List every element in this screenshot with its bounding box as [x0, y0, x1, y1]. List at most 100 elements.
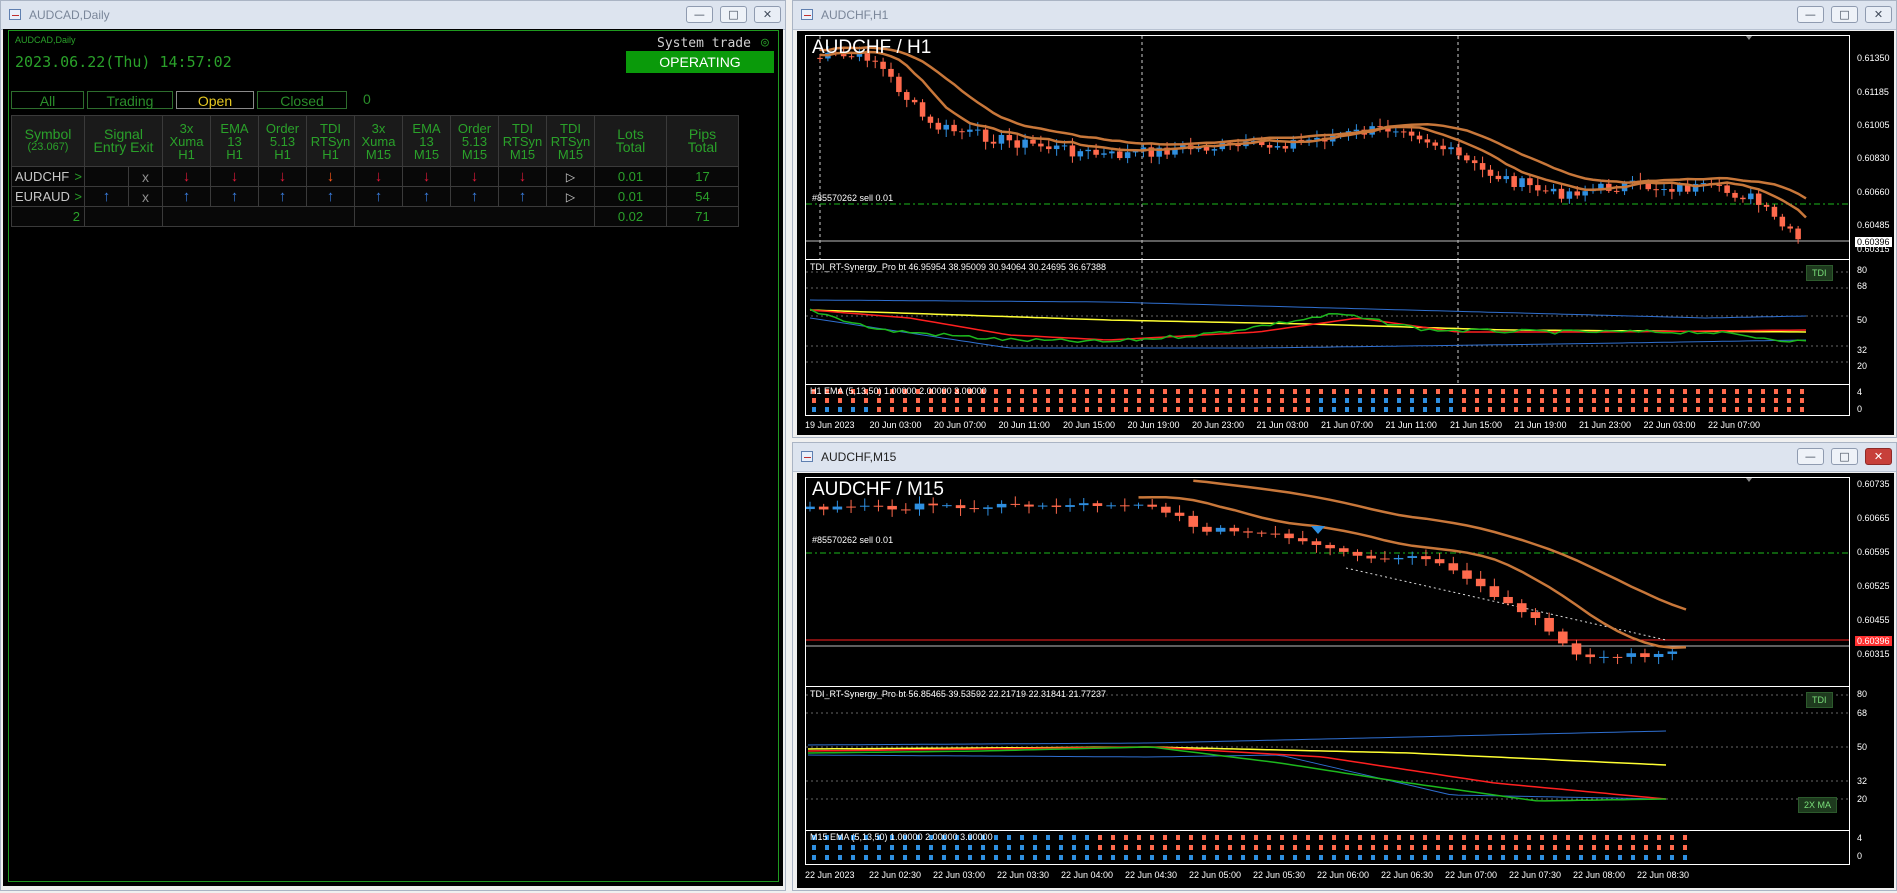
- window-titlebar[interactable]: AUDCHF,M15 — □ ✕: [793, 443, 1896, 472]
- h1-ema-pane[interactable]: H1 EMA (5,13,50) 1.00000 2.00000 3.00000: [805, 384, 1850, 416]
- ema-dot: [1449, 855, 1453, 860]
- ema-dot: [1189, 407, 1193, 412]
- h1-chart[interactable]: AUDCHF / H1 #85570262 sell 0.01 TDI_RT-S…: [797, 31, 1894, 435]
- ema-dot: [1644, 389, 1648, 394]
- symbol-text: EURAUD: [15, 189, 70, 204]
- minimize-button[interactable]: —: [1796, 6, 1824, 23]
- ema-dot: [1267, 855, 1271, 860]
- table-row[interactable]: AUDCHF > x ↓ ↓ ↓ ↓ ↓ ↓ ↓ ↓ ▷ 0.01 17: [11, 166, 739, 187]
- header-signal: Signal Entry Exit: [84, 115, 163, 167]
- ema-dot: [1124, 407, 1128, 412]
- maximize-button[interactable]: □: [1830, 448, 1858, 465]
- ema-dot: [1189, 389, 1193, 394]
- symbol-cell[interactable]: AUDCHF >: [11, 166, 85, 187]
- tdi-axis-label: 20: [1857, 361, 1868, 371]
- hdr-l1: Order: [457, 120, 492, 136]
- tab-open[interactable]: Open: [176, 91, 254, 109]
- ema-dot: [1605, 835, 1609, 840]
- ema-dot: [1020, 855, 1024, 860]
- tdi-badge[interactable]: TDI: [1806, 692, 1833, 708]
- ema-dot: [1345, 389, 1349, 394]
- settings-icon[interactable]: ◎: [761, 35, 769, 50]
- m15-ema-pane[interactable]: M15 EMA (5,13,50) 1.00000 2.00000 3.0000…: [805, 830, 1850, 865]
- time-axis-label: 20 Jun 15:00: [1063, 420, 1116, 430]
- h1-candle: [1045, 146, 1052, 150]
- symbol-cell[interactable]: EURAUD >: [11, 186, 85, 207]
- window-titlebar[interactable]: AUDCAD,Daily — □ ✕: [1, 1, 785, 30]
- m15-price-pane[interactable]: AUDCHF / M15 #85570262 sell 0.01: [805, 477, 1850, 687]
- m15-candle: [1585, 654, 1595, 658]
- ema-dot: [1436, 835, 1440, 840]
- ema-dot: [890, 398, 894, 403]
- ema-dot: [1670, 389, 1674, 394]
- price-axis-label: 0.60455: [1857, 615, 1890, 625]
- ema-dot: [1644, 407, 1648, 412]
- close-button[interactable]: ✕: [1865, 448, 1892, 465]
- ema-dot: [903, 855, 907, 860]
- ema-dot: [1800, 398, 1804, 403]
- table-row[interactable]: EURAUD > ↑ x ↑ ↑ ↑ ↑ ↑ ↑ ↑ ↑ ▷ 0.01 54: [11, 186, 739, 207]
- time-axis-label: 20 Jun 07:00: [934, 420, 987, 430]
- ema-dot: [1371, 835, 1375, 840]
- ema-dot: [1566, 398, 1570, 403]
- hdr-l3: M15: [365, 146, 392, 162]
- m15-candle: [1462, 570, 1472, 579]
- time-axis-label: 22 Jun 03:00: [1643, 420, 1696, 430]
- tab-all[interactable]: All: [11, 91, 84, 109]
- chart-client-area[interactable]: AUDCAD,Daily 2023.06.22(Thu) 14:57:02 Sy…: [3, 29, 783, 886]
- m15-candle: [859, 505, 870, 507]
- tdi-axis-label: 50: [1857, 315, 1868, 325]
- ema-dot: [1345, 398, 1349, 403]
- ema-dot: [1631, 855, 1635, 860]
- tdi-axis-label: 32: [1857, 345, 1868, 355]
- m15-candle: [806, 506, 815, 510]
- ema-dot: [1501, 845, 1505, 850]
- ema-dot: [1332, 398, 1336, 403]
- minimize-button[interactable]: —: [685, 6, 713, 23]
- maximize-button[interactable]: □: [719, 6, 747, 23]
- ema-dot: [1046, 407, 1050, 412]
- h1-tdi-pane[interactable]: TDI_RT-Synergy_Pro bt 46.95954 38.95009 …: [805, 259, 1850, 385]
- close-button[interactable]: ✕: [1865, 6, 1892, 23]
- ema-dot: [1358, 845, 1362, 850]
- ema-dot: [1280, 855, 1284, 860]
- hdr-l1: 3x: [371, 120, 386, 136]
- ema-dot: [1384, 835, 1388, 840]
- ema-dot: [1384, 855, 1388, 860]
- m15-chart[interactable]: AUDCHF / M15 #85570262 sell 0.01 TDI_RT-…: [797, 473, 1894, 888]
- ema-dot: [1475, 389, 1479, 394]
- tab-closed[interactable]: Closed: [257, 91, 347, 109]
- ema-dot: [1488, 389, 1492, 394]
- m15-candle: [996, 503, 1007, 508]
- h1-candle: [1574, 191, 1581, 196]
- m15-candle: [942, 505, 952, 507]
- expand-icon[interactable]: >: [74, 169, 82, 184]
- h1-candle: [904, 92, 910, 100]
- window-titlebar[interactable]: AUDCHF,H1 — □ ✕: [793, 1, 1896, 30]
- m15-tdi-pane[interactable]: TDI_RT-Synergy_Pro bt 56.85465 39.53592 …: [805, 686, 1850, 831]
- h1-candle: [1464, 155, 1470, 161]
- m15-candle: [1475, 578, 1486, 587]
- close-button[interactable]: ✕: [754, 6, 781, 23]
- ema-dot: [1332, 407, 1336, 412]
- ema-dot: [1592, 398, 1596, 403]
- minimize-button[interactable]: —: [1796, 448, 1824, 465]
- ema-dot: [1202, 835, 1206, 840]
- m15-candle: [1051, 505, 1062, 507]
- h1-candle: [872, 60, 878, 62]
- ma-badge[interactable]: 2X MA: [1798, 797, 1838, 813]
- m15-price-plot: [806, 478, 1849, 665]
- m15-candle: [1352, 551, 1363, 556]
- expand-icon[interactable]: >: [74, 189, 82, 204]
- m15-candle: [1147, 504, 1157, 507]
- tdi-badge[interactable]: TDI: [1806, 265, 1833, 281]
- ema-dot: [1124, 398, 1128, 403]
- maximize-button[interactable]: □: [1830, 6, 1858, 23]
- ema-dot: [942, 855, 946, 860]
- ema-dot: [1358, 389, 1362, 394]
- ema-dot: [1540, 398, 1544, 403]
- triangle-right-icon: ▷: [565, 170, 576, 184]
- tdi-axis-label: 80: [1857, 689, 1868, 699]
- h1-price-pane[interactable]: AUDCHF / H1 #85570262 sell 0.01: [805, 35, 1850, 260]
- tab-trading[interactable]: Trading: [87, 91, 173, 109]
